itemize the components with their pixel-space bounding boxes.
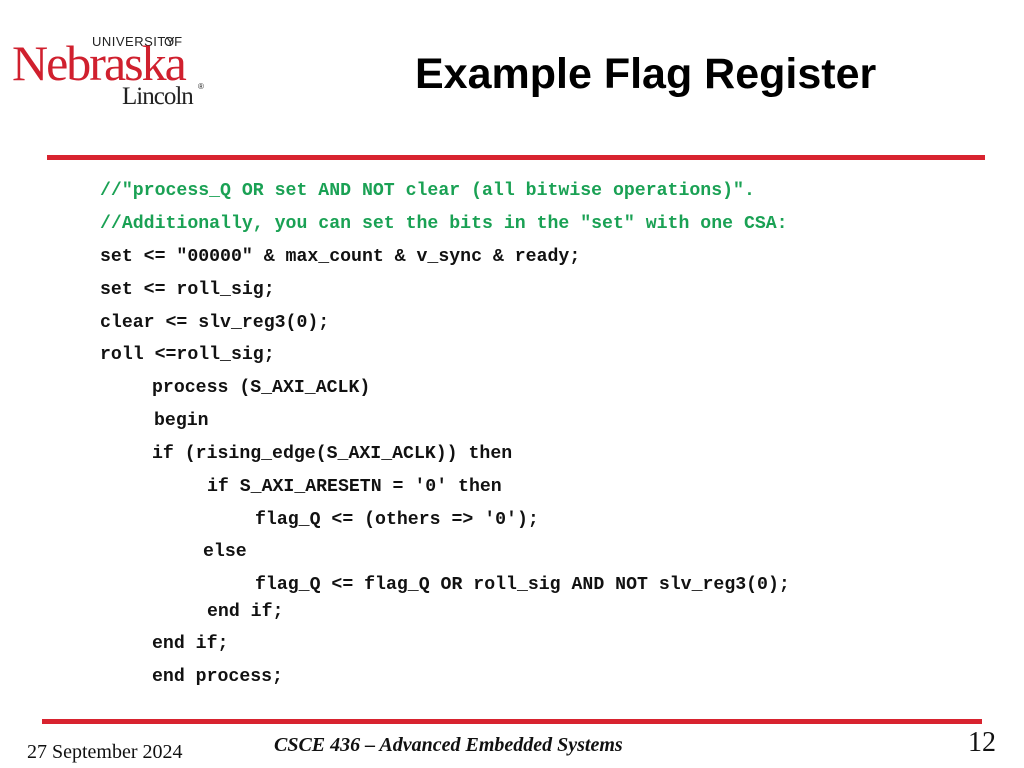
code-line: flag_Q <= (others => '0'); bbox=[255, 510, 539, 530]
logo-registered-mark: ® bbox=[198, 82, 204, 91]
code-line: set <= roll_sig; bbox=[100, 280, 275, 300]
footer-divider bbox=[42, 719, 982, 724]
footer-course-title: CSCE 436 – Advanced Embedded Systems bbox=[274, 734, 623, 756]
code-line: flag_Q <= flag_Q OR roll_sig AND NOT slv… bbox=[255, 575, 790, 595]
slide-page-number: 12 bbox=[968, 727, 996, 758]
code-line: if S_AXI_ARESETN = '0' then bbox=[207, 477, 502, 497]
code-line: clear <= slv_reg3(0); bbox=[100, 313, 330, 333]
university-logo: UNIVERSITY OF Nebraska Lincoln ® bbox=[12, 34, 212, 114]
footer-date: 27 September 2024 bbox=[27, 741, 183, 763]
code-line: //"process_Q OR set AND NOT clear (all b… bbox=[100, 181, 755, 201]
code-line: roll <=roll_sig; bbox=[100, 345, 275, 365]
code-line: //Additionally, you can set the bits in … bbox=[100, 214, 788, 234]
code-line: end process; bbox=[152, 667, 283, 687]
code-line: else bbox=[203, 542, 247, 562]
code-line: begin bbox=[154, 411, 209, 431]
code-line: process (S_AXI_ACLK) bbox=[152, 378, 371, 398]
slide-title: Example Flag Register bbox=[415, 50, 877, 98]
code-line: set <= "00000" & max_count & v_sync & re… bbox=[100, 247, 581, 267]
code-line: if (rising_edge(S_AXI_ACLK)) then bbox=[152, 444, 513, 464]
code-line: end if; bbox=[152, 634, 229, 654]
logo-nebraska-wordmark: Nebraska bbox=[12, 35, 187, 91]
logo-lincoln-text: Lincoln bbox=[122, 83, 194, 110]
code-line: end if; bbox=[207, 602, 284, 622]
title-divider bbox=[47, 155, 985, 160]
